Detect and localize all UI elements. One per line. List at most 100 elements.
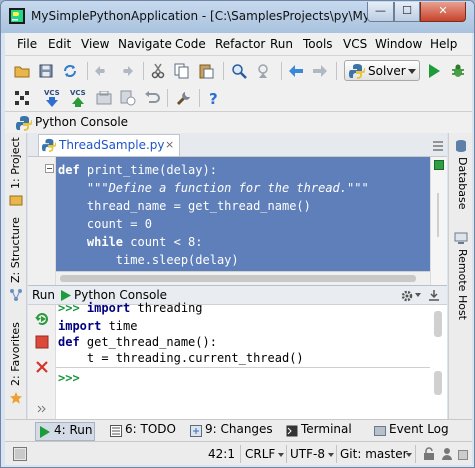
debug-icon[interactable] xyxy=(449,62,467,80)
stop-icon[interactable] xyxy=(35,335,49,349)
close-icon[interactable]: × xyxy=(165,138,174,151)
console-divider xyxy=(56,367,430,368)
editor-selection[interactable]: def print_time(delay): """Define a funct… xyxy=(56,157,430,271)
scrollbar-thumb[interactable] xyxy=(434,371,442,395)
editor-tab-threadsample[interactable]: ThreadSample.py × xyxy=(38,134,180,156)
code-editor[interactable]: def print_time(delay): """Define a funct… xyxy=(28,157,447,285)
scrollbar-thumb[interactable] xyxy=(60,275,416,282)
run-configuration-dropdown[interactable]: Solver xyxy=(344,60,420,81)
run-icon[interactable] xyxy=(425,62,443,80)
inspection-status-icon[interactable] xyxy=(434,160,444,170)
scrollbar-thumb[interactable] xyxy=(434,311,442,337)
run-configuration-label: Solver xyxy=(368,64,406,78)
run-console[interactable]: >>> import threading import time def get… xyxy=(28,301,447,419)
vcs-branch-indicator[interactable]: Git: master xyxy=(340,447,408,461)
tool-tab-structure[interactable]: Z: Structure xyxy=(9,217,22,283)
menu-view[interactable]: View xyxy=(81,37,109,51)
history-icon[interactable] xyxy=(119,89,137,107)
encoding-indicator[interactable]: UTF-8 xyxy=(290,447,325,461)
save-icon[interactable] xyxy=(37,62,55,80)
gear-icon[interactable] xyxy=(400,289,414,303)
hide-panel-icon[interactable] xyxy=(428,289,440,302)
back-icon[interactable] xyxy=(287,62,305,80)
changes-icon xyxy=(190,425,202,437)
close-icon[interactable] xyxy=(36,361,48,373)
vcs-update-icon[interactable]: VCS xyxy=(43,89,61,107)
inspector-icon[interactable] xyxy=(441,447,453,461)
fold-pattern-icon[interactable] xyxy=(13,89,31,107)
run-panel-title: Run xyxy=(32,288,56,302)
status-separator xyxy=(286,445,287,463)
tool-tab-database[interactable]: Database xyxy=(456,157,469,210)
line-separator-indicator[interactable]: CRLF xyxy=(245,447,275,461)
console-line: def get_thread_name(): xyxy=(58,335,217,349)
toolbar-separator xyxy=(87,62,88,80)
expand-icon[interactable] xyxy=(37,405,47,413)
menu-file[interactable]: File xyxy=(17,37,37,51)
tool-tab-changes[interactable]: 9: Changes xyxy=(187,422,273,441)
menu-edit[interactable]: Edit xyxy=(48,37,71,51)
lock-icon[interactable] xyxy=(423,447,435,461)
sync-icon[interactable] xyxy=(61,62,79,80)
revert-icon[interactable] xyxy=(143,89,161,107)
tool-tab-remote-host[interactable]: Remote Host xyxy=(456,249,469,320)
maximize-button[interactable]: ☐ xyxy=(394,2,420,22)
settings-icon[interactable] xyxy=(175,89,193,107)
menu-refactor[interactable]: Refactor xyxy=(215,37,265,51)
status-bar: 42:1 CRLF UTF-8 Git: master xyxy=(5,441,472,465)
cut-icon[interactable] xyxy=(149,62,167,80)
toolbar-separator xyxy=(143,62,144,80)
python-icon xyxy=(349,64,365,79)
console-input[interactable]: >>> xyxy=(58,371,80,385)
secondary-toolbar: VCS VCS ? xyxy=(5,85,472,111)
forward-icon[interactable] xyxy=(311,62,329,80)
replace-icon[interactable] xyxy=(255,62,273,80)
caret-position[interactable]: 42:1 xyxy=(208,447,235,461)
menu-window[interactable]: Window xyxy=(375,37,422,51)
tool-windows-toggle-icon[interactable] xyxy=(13,447,27,461)
vcs-commit-icon[interactable]: VCS xyxy=(69,89,87,107)
editor-tab-bar: ThreadSample.py × xyxy=(28,133,447,157)
menu-run[interactable]: Run xyxy=(270,37,293,51)
project-icon xyxy=(9,195,23,206)
minimize-button[interactable]: — xyxy=(367,2,394,22)
console-scrollbar[interactable] xyxy=(432,307,444,417)
tabs-overflow-icon[interactable] xyxy=(432,141,444,151)
breadcrumb-label: Python Console xyxy=(35,115,129,129)
menu-help[interactable]: Help xyxy=(430,37,457,51)
fold-collapse-icon[interactable] xyxy=(45,164,54,173)
window-title: MySimplePythonApplication - [C:\SamplesP… xyxy=(31,9,405,23)
chevron-down-icon xyxy=(406,453,412,457)
rerun-icon[interactable] xyxy=(34,311,50,327)
redo-icon[interactable] xyxy=(117,62,135,80)
close-button[interactable]: ✕ xyxy=(420,2,466,22)
editor-tab-label: ThreadSample.py xyxy=(59,138,165,152)
tool-tab-todo[interactable]: 6: TODO xyxy=(107,422,176,441)
copy-icon[interactable] xyxy=(173,62,191,80)
run-side-toolbar xyxy=(28,305,56,419)
tool-tab-run[interactable]: 4: Run xyxy=(35,422,95,441)
paste-icon[interactable] xyxy=(197,62,215,80)
menu-navigate[interactable]: Navigate xyxy=(118,37,172,51)
menu-code[interactable]: Code xyxy=(175,37,206,51)
tool-tab-project[interactable]: 1: Project xyxy=(9,137,22,189)
menu-vcs[interactable]: VCS xyxy=(343,37,367,51)
open-folder-icon[interactable] xyxy=(13,62,31,80)
undo-icon[interactable] xyxy=(93,62,111,80)
compare-icon[interactable] xyxy=(95,89,113,107)
tool-tab-favorites[interactable]: 2: Favorites xyxy=(9,322,22,386)
toolbar-separator xyxy=(167,89,168,107)
chevron-down-icon[interactable] xyxy=(415,293,421,298)
tool-tab-event-log[interactable]: Event Log xyxy=(371,422,453,441)
breadcrumb[interactable]: Python Console xyxy=(13,114,132,132)
ide-window: MySimplePythonApplication - [C:\SamplesP… xyxy=(0,0,475,468)
event-notification-icon[interactable] xyxy=(458,450,468,460)
navigation-bar: Python Console xyxy=(5,111,472,133)
menu-tools[interactable]: Tools xyxy=(303,37,333,51)
chevron-down-icon xyxy=(408,69,416,74)
toolbar-separator xyxy=(223,62,224,80)
find-icon[interactable] xyxy=(230,62,248,80)
tool-tab-terminal[interactable]: Terminal xyxy=(283,422,352,441)
help-icon[interactable]: ? xyxy=(205,89,223,107)
editor-horizontal-scrollbar[interactable] xyxy=(56,271,430,285)
